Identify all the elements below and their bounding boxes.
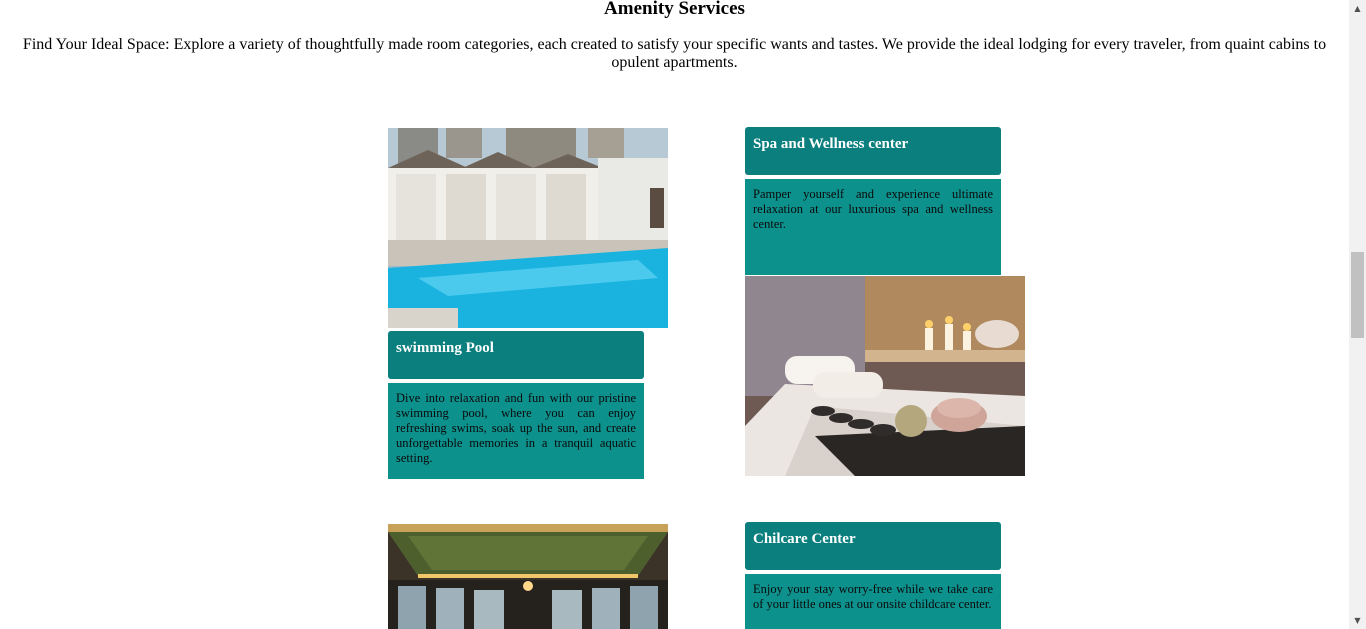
amenity-description-spa: Pamper yourself and experience ultimate … bbox=[745, 179, 1001, 275]
amenity-description-swimming-pool: Dive into relaxation and fun with our pr… bbox=[388, 383, 644, 479]
page-title: Amenity Services bbox=[604, 0, 745, 19]
amenity-description-childcare: Enjoy your stay worry-free while we take… bbox=[745, 574, 1001, 629]
amenity-title-swimming-pool: swimming Pool bbox=[388, 331, 644, 379]
vertical-scrollbar[interactable]: ▲ ▼ bbox=[1349, 0, 1366, 629]
scroll-down-icon[interactable]: ▼ bbox=[1349, 612, 1366, 629]
lounge-photo bbox=[388, 524, 668, 629]
scroll-up-icon[interactable]: ▲ bbox=[1349, 0, 1366, 17]
scrollbar-thumb[interactable] bbox=[1351, 252, 1364, 338]
page-content: Amenity Services Find Your Ideal Space: … bbox=[0, 0, 1349, 629]
intro-text: Find Your Ideal Space: Explore a variety… bbox=[22, 36, 1327, 71]
swimming-pool-photo bbox=[388, 128, 668, 328]
amenity-title-childcare: Chilcare Center bbox=[745, 522, 1001, 570]
spa-photo bbox=[745, 276, 1025, 476]
amenity-title-spa: Spa and Wellness center bbox=[745, 127, 1001, 175]
